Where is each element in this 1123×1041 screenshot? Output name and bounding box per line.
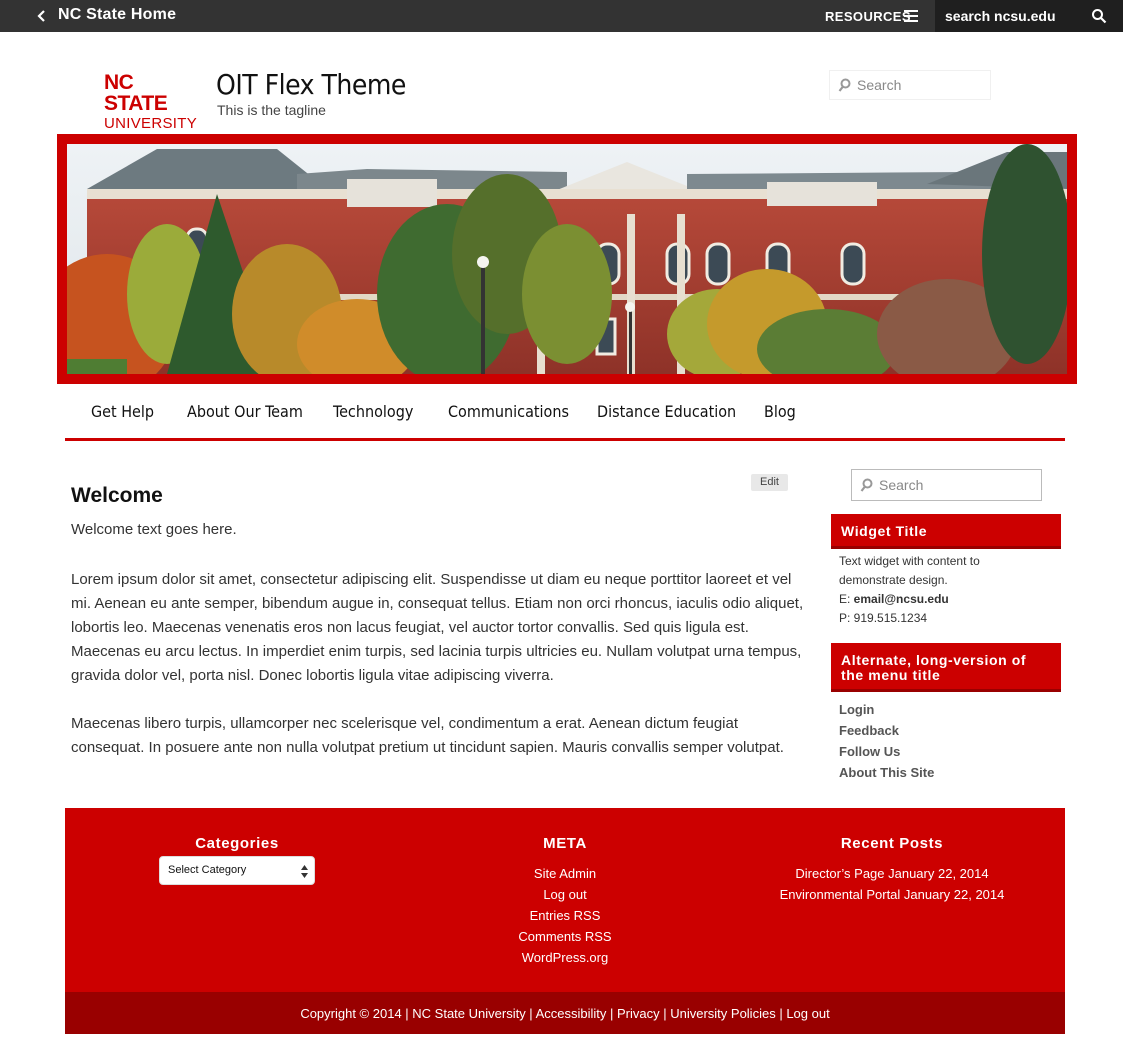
header-search <box>829 70 991 100</box>
chevron-left-icon[interactable] <box>32 6 52 26</box>
recent-post-link[interactable]: Director’s Page January 22, 2014 <box>772 866 1012 881</box>
nav-item-communications[interactable]: Communications <box>448 402 569 421</box>
text-widget: Text widget with content to demonstrate … <box>839 552 1029 628</box>
nc-state-logo[interactable]: NC STATE UNIVERSITY <box>104 71 197 131</box>
logo-line-2: UNIVERSITY <box>104 115 198 132</box>
menu-widget-title-line: Alternate, long-version of <box>841 652 1027 668</box>
widget-title: Widget Title <box>831 514 1061 549</box>
widget-text-line: demonstrate design. <box>839 573 948 587</box>
hero-banner <box>57 134 1077 384</box>
site-tagline: This is the tagline <box>217 102 326 118</box>
nav-item-blog[interactable]: Blog <box>764 402 796 421</box>
meta-link-log-out[interactable]: Log out <box>465 887 665 902</box>
meta-title: META <box>543 835 587 852</box>
content-paragraph: Lorem ipsum dolor sit amet, consectetur … <box>71 571 804 684</box>
category-select-value: Select Category <box>168 864 247 876</box>
copyright-text: Copyright © 2014 | NC State University | <box>300 1006 536 1021</box>
sidebar-search-input[interactable] <box>879 475 1034 495</box>
copyright-row: Copyright © 2014 | NC State University |… <box>65 1006 1065 1021</box>
nav-item-distance-education[interactable]: Distance Education <box>597 402 736 421</box>
nc-state-home-link[interactable]: NC State Home <box>58 6 176 24</box>
utility-bar: NC State Home RESOURCES <box>0 0 1123 32</box>
recent-post-link[interactable]: Environmental Portal January 22, 2014 <box>772 887 1012 902</box>
separator: | <box>606 1006 617 1021</box>
page-title: Welcome <box>71 484 163 507</box>
intro-text: Welcome text goes here. <box>71 521 237 538</box>
search-icon[interactable] <box>1091 8 1107 24</box>
content-paragraph: Maecenas libero turpis, ullamcorper nec … <box>71 715 784 756</box>
menu-widget-title: Alternate, long-version of the menu titl… <box>831 643 1061 692</box>
header-search-input[interactable] <box>857 75 982 95</box>
ncsu-search <box>935 0 1123 32</box>
category-select[interactable]: Select Category <box>159 856 315 885</box>
meta-link-wordpress-org[interactable]: WordPress.org <box>465 950 665 965</box>
categories-title: Categories <box>195 835 279 852</box>
resources-menu[interactable]: RESOURCES <box>825 9 911 24</box>
logo-line-1: NC STATE <box>104 71 168 115</box>
sidebar-link-follow-us[interactable]: Follow Us <box>839 744 900 759</box>
campus-building-photo <box>67 144 1067 374</box>
widget-phone-line: P: 919.515.1234 <box>839 611 928 625</box>
sidebar-search <box>851 469 1042 501</box>
separator: | <box>775 1006 787 1021</box>
widget-email-line: E: email@ncsu.edu <box>839 590 1029 609</box>
accessibility-link[interactable]: Accessibility <box>536 1006 607 1021</box>
sidebar-link-login[interactable]: Login <box>839 702 874 717</box>
nav-item-get-help[interactable]: Get Help <box>91 402 154 421</box>
footer-widgets: Categories Select Category META Site Adm… <box>65 808 1065 992</box>
meta-link-site-admin[interactable]: Site Admin <box>465 866 665 881</box>
meta-link-comments-rss[interactable]: Comments RSS <box>465 929 665 944</box>
search-icon <box>838 78 851 92</box>
recent-posts-title: Recent Posts <box>840 835 944 852</box>
menu-widget-title-line: the menu title <box>841 667 941 683</box>
footer-log-out-link[interactable]: Log out <box>786 1006 829 1021</box>
separator: | <box>659 1006 671 1021</box>
site-title[interactable]: OIT Flex Theme <box>216 68 406 101</box>
menu-icon[interactable] <box>904 10 918 22</box>
widget-text-line: Text widget with content to <box>839 554 980 568</box>
email-label: E: <box>839 592 854 606</box>
nav-item-technology[interactable]: Technology <box>333 402 413 421</box>
sidebar-link-about-this-site[interactable]: About This Site <box>839 765 934 780</box>
edit-button[interactable]: Edit <box>751 474 788 491</box>
select-arrows-icon <box>301 865 308 878</box>
nav-item-about-our-team[interactable]: About Our Team <box>187 402 303 421</box>
privacy-link[interactable]: Privacy <box>617 1006 660 1021</box>
copyright-bar: Copyright © 2014 | NC State University |… <box>65 992 1065 1034</box>
sidebar-link-feedback[interactable]: Feedback <box>839 723 899 738</box>
main-navigation: Get Help About Our Team Technology Commu… <box>65 384 1065 441</box>
email-link[interactable]: email@ncsu.edu <box>854 592 949 606</box>
ncsu-search-input[interactable] <box>945 6 1073 26</box>
meta-link-entries-rss[interactable]: Entries RSS <box>465 908 665 923</box>
university-policies-link[interactable]: University Policies <box>670 1006 775 1021</box>
search-icon <box>860 478 873 492</box>
